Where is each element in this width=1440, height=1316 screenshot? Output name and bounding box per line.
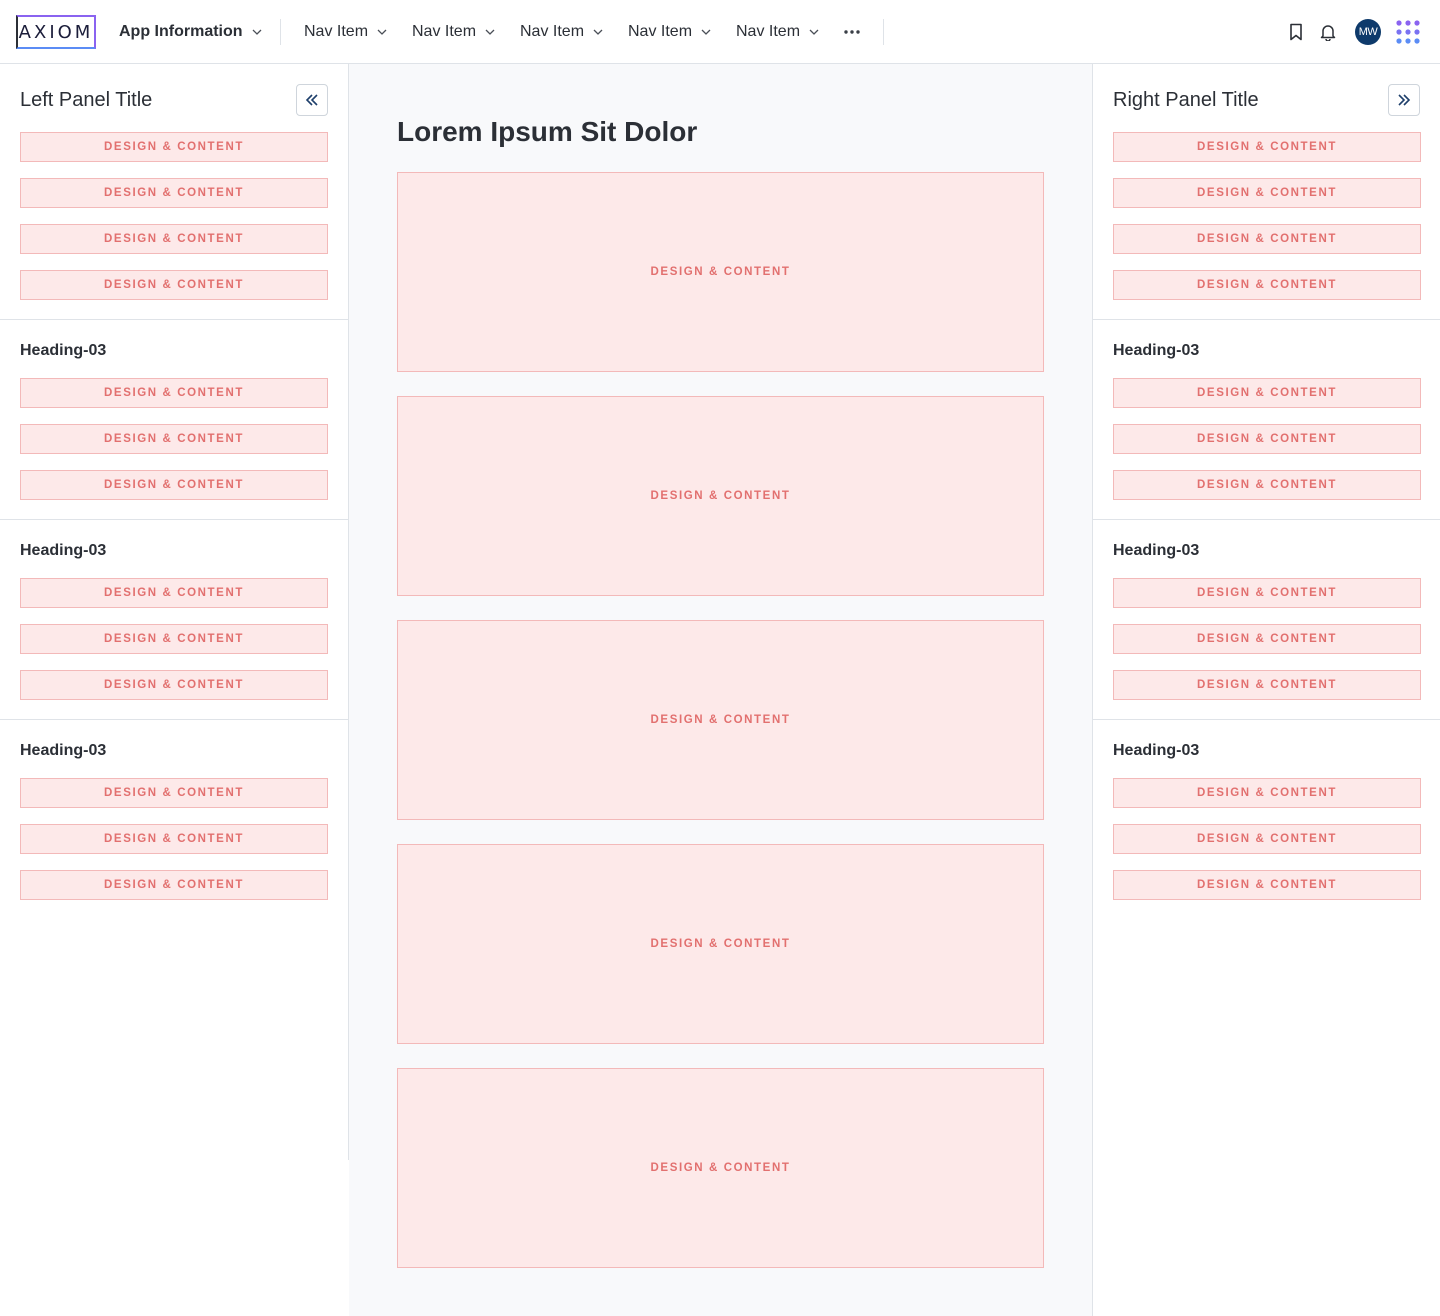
- chevrons-right-icon: [1398, 94, 1411, 106]
- placeholder-block: DESIGN & CONTENT: [20, 224, 328, 254]
- nav-item-label: Nav Item: [736, 23, 801, 40]
- right-panel-collapse-button[interactable]: [1388, 84, 1420, 116]
- placeholder-block: DESIGN & CONTENT: [1113, 778, 1421, 808]
- content-card: DESIGN & CONTENT: [397, 396, 1044, 596]
- section-divider: [1093, 319, 1440, 320]
- content-card: DESIGN & CONTENT: [397, 172, 1044, 372]
- nav-item-label: Nav Item: [628, 23, 693, 40]
- placeholder-block: DESIGN & CONTENT: [20, 670, 328, 700]
- bookmark-icon: [1290, 23, 1302, 41]
- section-divider: [0, 319, 348, 320]
- section-divider: [0, 719, 348, 720]
- nav-item-label: Nav Item: [520, 23, 585, 40]
- placeholder-block: DESIGN & CONTENT: [20, 270, 328, 300]
- left-panel: Left Panel Title DESIGN & CONTENT DESIGN…: [0, 64, 349, 1160]
- nav-divider: [280, 19, 281, 45]
- placeholder-block: DESIGN & CONTENT: [1113, 378, 1421, 408]
- placeholder-block: DESIGN & CONTENT: [1113, 424, 1421, 454]
- placeholder-block: DESIGN & CONTENT: [20, 178, 328, 208]
- right-panel: Right Panel Title DESIGN & CONTENT DESIG…: [1092, 64, 1440, 1316]
- chevron-down-icon: [809, 29, 819, 35]
- chevron-down-icon: [377, 29, 387, 35]
- notifications-button[interactable]: [1317, 20, 1339, 44]
- chevron-down-icon: [593, 29, 603, 35]
- nav-item-label: Nav Item: [304, 23, 369, 40]
- placeholder-block: DESIGN & CONTENT: [20, 824, 328, 854]
- bell-icon: [1320, 25, 1336, 41]
- left-panel-collapse-button[interactable]: [296, 84, 328, 116]
- section-heading: Heading-03: [20, 742, 107, 759]
- placeholder-block: DESIGN & CONTENT: [20, 132, 328, 162]
- section-heading: Heading-03: [1113, 542, 1200, 559]
- placeholder-block: DESIGN & CONTENT: [1113, 224, 1421, 254]
- placeholder-block: DESIGN & CONTENT: [20, 624, 328, 654]
- placeholder-block: DESIGN & CONTENT: [1113, 470, 1421, 500]
- right-panel-title: Right Panel Title: [1113, 89, 1259, 111]
- nav-item-4[interactable]: Nav Item: [628, 20, 712, 44]
- page-title: Lorem Ipsum Sit Dolor: [397, 116, 698, 147]
- placeholder-block: DESIGN & CONTENT: [20, 378, 328, 408]
- section-divider: [1093, 719, 1440, 720]
- nav-item-2[interactable]: Nav Item: [412, 20, 496, 44]
- placeholder-block: DESIGN & CONTENT: [1113, 870, 1421, 900]
- placeholder-block: DESIGN & CONTENT: [1113, 824, 1421, 854]
- placeholder-block: DESIGN & CONTENT: [1113, 578, 1421, 608]
- app-grid-icon[interactable]: [1396, 20, 1420, 44]
- chevron-down-icon: [485, 29, 495, 35]
- section-divider: [1093, 519, 1440, 520]
- nav-divider: [883, 19, 884, 45]
- nav-item-1[interactable]: Nav Item: [304, 20, 388, 44]
- placeholder-block: DESIGN & CONTENT: [20, 778, 328, 808]
- content-card: DESIGN & CONTENT: [397, 1068, 1044, 1268]
- placeholder-block: DESIGN & CONTENT: [1113, 270, 1421, 300]
- app-information-label: App Information: [119, 23, 243, 40]
- nav-item-3[interactable]: Nav Item: [520, 20, 604, 44]
- main-content: Lorem Ipsum Sit Dolor DESIGN & CONTENT D…: [349, 64, 1092, 1316]
- placeholder-block: DESIGN & CONTENT: [20, 870, 328, 900]
- section-heading: Heading-03: [20, 342, 107, 359]
- content-card: DESIGN & CONTENT: [397, 844, 1044, 1044]
- placeholder-block: DESIGN & CONTENT: [20, 424, 328, 454]
- section-heading: Heading-03: [20, 542, 107, 559]
- bookmark-button[interactable]: [1285, 20, 1307, 44]
- placeholder-block: DESIGN & CONTENT: [20, 470, 328, 500]
- app-information-menu[interactable]: App Information: [119, 20, 263, 44]
- chevron-down-icon: [252, 29, 262, 35]
- user-avatar[interactable]: MW: [1355, 19, 1381, 45]
- section-divider: [0, 519, 348, 520]
- section-heading: Heading-03: [1113, 342, 1200, 359]
- axiom-logo[interactable]: AXIOM: [16, 15, 96, 49]
- section-heading: Heading-03: [1113, 742, 1200, 759]
- placeholder-block: DESIGN & CONTENT: [1113, 624, 1421, 654]
- placeholder-block: DESIGN & CONTENT: [1113, 178, 1421, 208]
- chevron-down-icon: [701, 29, 711, 35]
- placeholder-block: DESIGN & CONTENT: [20, 578, 328, 608]
- more-horizontal-icon[interactable]: [842, 24, 862, 40]
- top-navigation-bar: AXIOM App Information Nav Item Nav Item …: [0, 0, 1440, 64]
- placeholder-block: DESIGN & CONTENT: [1113, 132, 1421, 162]
- placeholder-block: DESIGN & CONTENT: [1113, 670, 1421, 700]
- content-card: DESIGN & CONTENT: [397, 620, 1044, 820]
- nav-item-label: Nav Item: [412, 23, 477, 40]
- left-panel-title: Left Panel Title: [20, 89, 153, 111]
- nav-item-5[interactable]: Nav Item: [736, 20, 820, 44]
- chevrons-left-icon: [305, 94, 318, 106]
